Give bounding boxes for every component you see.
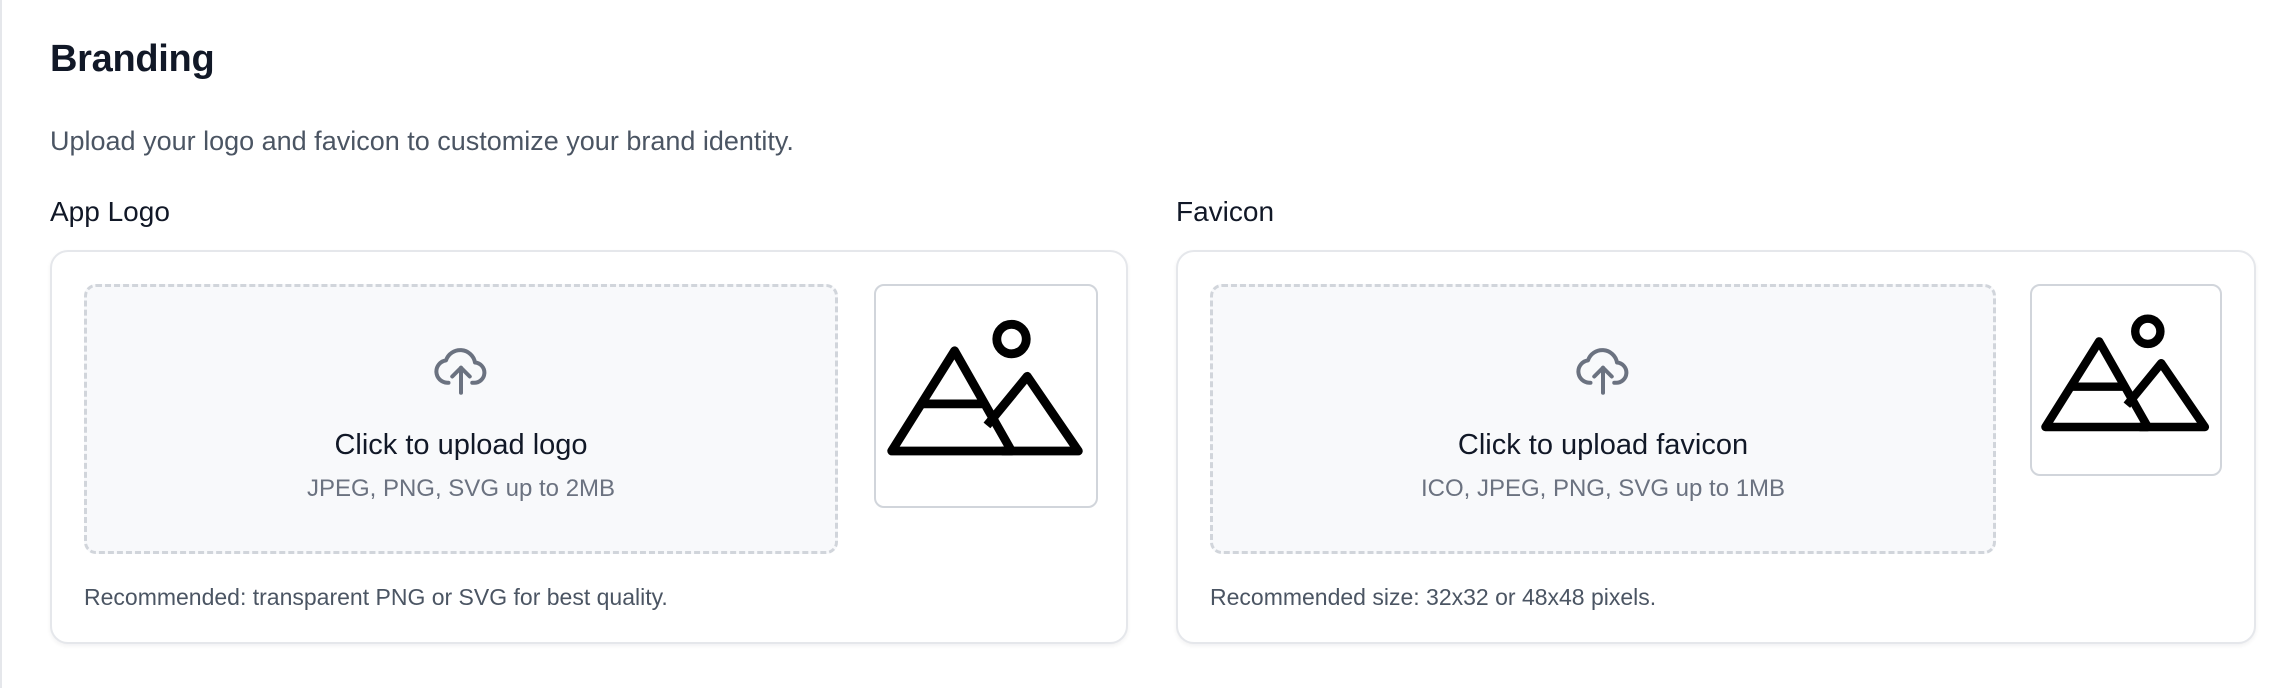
- favicon-upload-title: Click to upload favicon: [1457, 429, 1749, 461]
- favicon-label: Favicon: [1176, 196, 1275, 227]
- app-logo-label: App Logo: [50, 196, 170, 227]
- section-description: Upload your logo and favicon to customiz…: [50, 126, 794, 156]
- logo-upload-title: Click to upload logo: [334, 429, 588, 461]
- app-logo-card: Click to upload logo JPEG, PNG, SVG up t…: [50, 250, 1128, 644]
- image-placeholder-icon: [2041, 314, 2210, 432]
- logo-recommendation-note: Recommended: transparent PNG or SVG for …: [84, 584, 668, 610]
- favicon-upload-dropzone[interactable]: Click to upload favicon ICO, JPEG, PNG, …: [1210, 284, 1996, 554]
- page-left-border: [0, 0, 2, 688]
- logo-preview: [874, 284, 1098, 508]
- cloud-upload-icon: [434, 348, 487, 395]
- logo-upload-dropzone[interactable]: Click to upload logo JPEG, PNG, SVG up t…: [84, 284, 838, 554]
- branding-section: Branding Upload your logo and favicon to…: [50, 0, 2278, 688]
- image-placeholder-icon: [887, 319, 1083, 456]
- favicon-card: Click to upload favicon ICO, JPEG, PNG, …: [1176, 250, 2256, 644]
- favicon-upload-hint: ICO, JPEG, PNG, SVG up to 1MB: [1420, 475, 1786, 502]
- section-title: Branding: [50, 38, 215, 80]
- favicon-preview: [2030, 284, 2222, 476]
- logo-upload-hint: JPEG, PNG, SVG up to 2MB: [306, 475, 616, 502]
- cloud-upload-icon: [1576, 348, 1629, 395]
- favicon-recommendation-note: Recommended size: 32x32 or 48x48 pixels.: [1210, 584, 1657, 610]
